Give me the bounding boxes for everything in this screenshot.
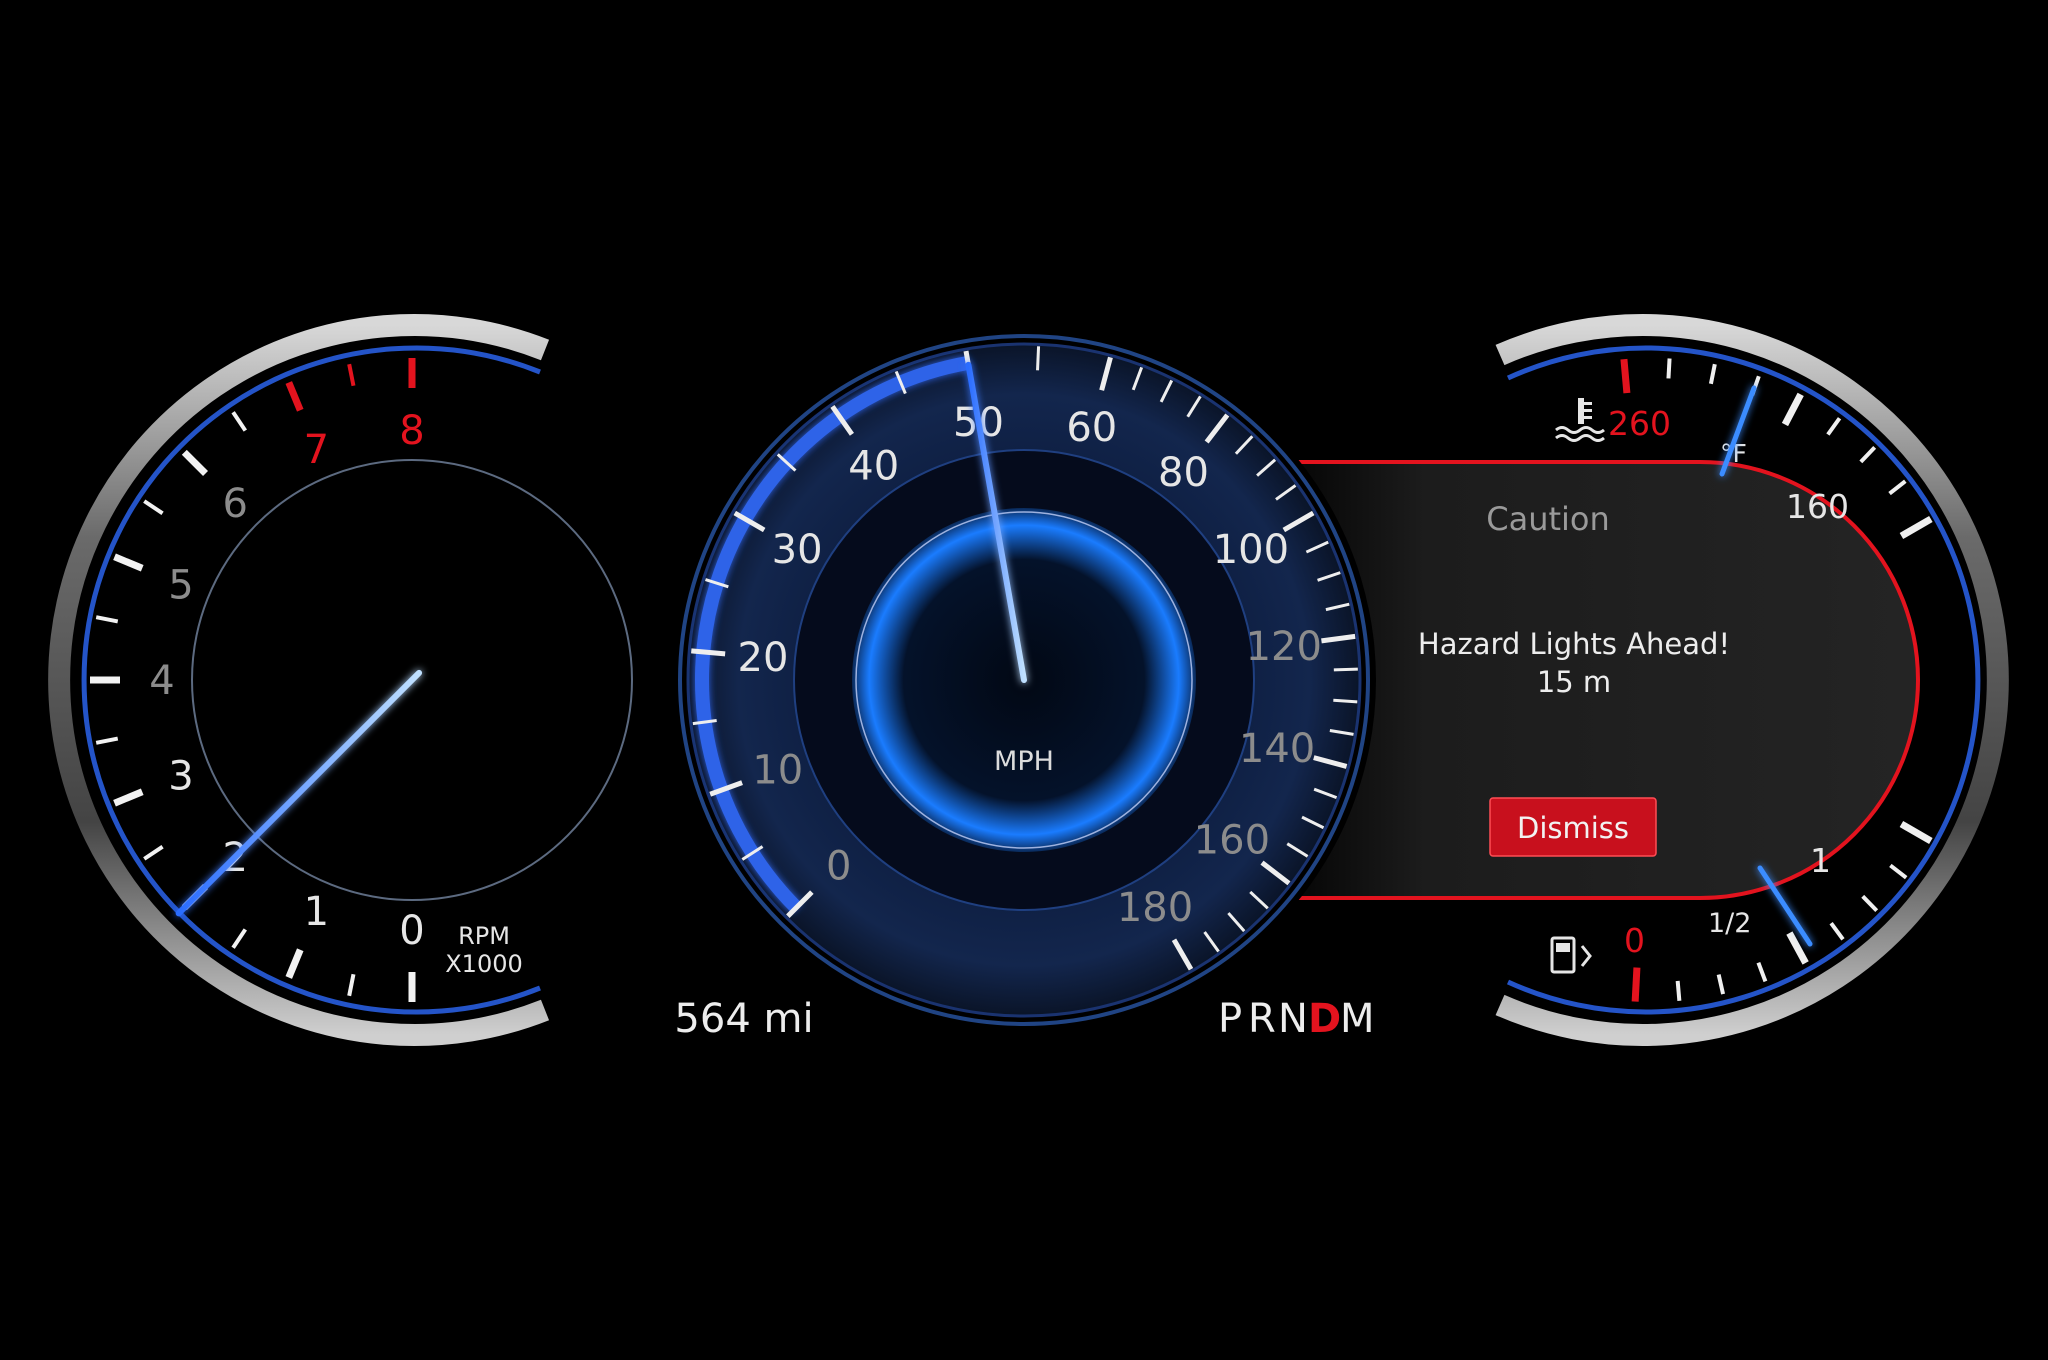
alert-message: Hazard Lights Ahead! xyxy=(1418,627,1730,661)
speedometer-tick xyxy=(1333,667,1358,672)
speedometer-tick xyxy=(1333,698,1358,704)
tachometer-numeral: 6 xyxy=(222,481,247,527)
gear-n: N xyxy=(1278,996,1308,1042)
fuel-empty-label: 0 xyxy=(1624,921,1645,960)
speedometer-tick xyxy=(691,648,726,657)
speedometer-numeral: 20 xyxy=(738,635,789,681)
fuel-half-label: 1/2 xyxy=(1708,908,1751,939)
tachometer-numeral: 0 xyxy=(399,908,424,954)
speedometer-numeral: 40 xyxy=(848,443,899,489)
temperature-max-label: 260 xyxy=(1608,404,1671,443)
gear-d: D xyxy=(1308,996,1341,1042)
tachometer-numeral: 3 xyxy=(168,754,193,800)
fuel-full-label: 1 xyxy=(1810,841,1831,880)
speedometer-numeral: 0 xyxy=(826,843,851,889)
tachometer: 012345678 RPM X1000 xyxy=(48,314,767,1046)
alert-distance: 15 m xyxy=(1537,665,1611,699)
gear-m: M xyxy=(1340,996,1375,1042)
tachometer-unit-rpm: RPM xyxy=(458,922,510,950)
tachometer-numeral: 7 xyxy=(304,427,329,473)
speedometer-tick xyxy=(1036,346,1041,371)
dismiss-button-label[interactable]: Dismiss xyxy=(1517,811,1629,845)
tachometer-numeral: 5 xyxy=(168,562,193,608)
dismiss-button[interactable]: Dismiss xyxy=(1489,797,1657,857)
speedometer-numeral: 10 xyxy=(752,748,803,794)
speedometer-numeral: 120 xyxy=(1246,624,1322,670)
instrument-cluster: 012345678 RPM X1000 Caution Hazard Light… xyxy=(48,314,2009,1046)
gear-p: P xyxy=(1218,996,1242,1042)
range-readout: 564 mi xyxy=(674,996,813,1042)
speedometer-numeral: 60 xyxy=(1066,405,1117,451)
gear-selector: P R N DM xyxy=(1218,996,1375,1042)
right-gauge-tick xyxy=(1620,358,1631,394)
tachometer-numeral: 8 xyxy=(399,408,424,454)
speedometer-numeral: 30 xyxy=(772,527,823,573)
speedometer-numeral: 80 xyxy=(1158,450,1209,496)
tachometer-numeral: 4 xyxy=(149,658,174,704)
speedometer-unit: MPH xyxy=(994,746,1054,777)
speedometer-numeral: 100 xyxy=(1213,527,1289,573)
tachometer-numeral: 1 xyxy=(304,889,329,935)
right-gauge-tick xyxy=(1631,967,1641,1002)
speedometer-numeral: 160 xyxy=(1194,817,1270,863)
alert-title: Caution xyxy=(1486,500,1610,538)
right-gauge-tick xyxy=(1675,980,1682,1002)
speedometer-numeral: 140 xyxy=(1239,726,1315,772)
gear-r: R xyxy=(1248,996,1276,1042)
speedometer-numeral: 180 xyxy=(1117,885,1193,931)
right-gauge-tick xyxy=(1666,358,1672,379)
temperature-mid-label: 160 xyxy=(1786,487,1849,526)
tachometer-unit-x1000: X1000 xyxy=(445,950,523,978)
speedometer: 010203040506080100120140160180 MPH xyxy=(672,328,1376,1032)
